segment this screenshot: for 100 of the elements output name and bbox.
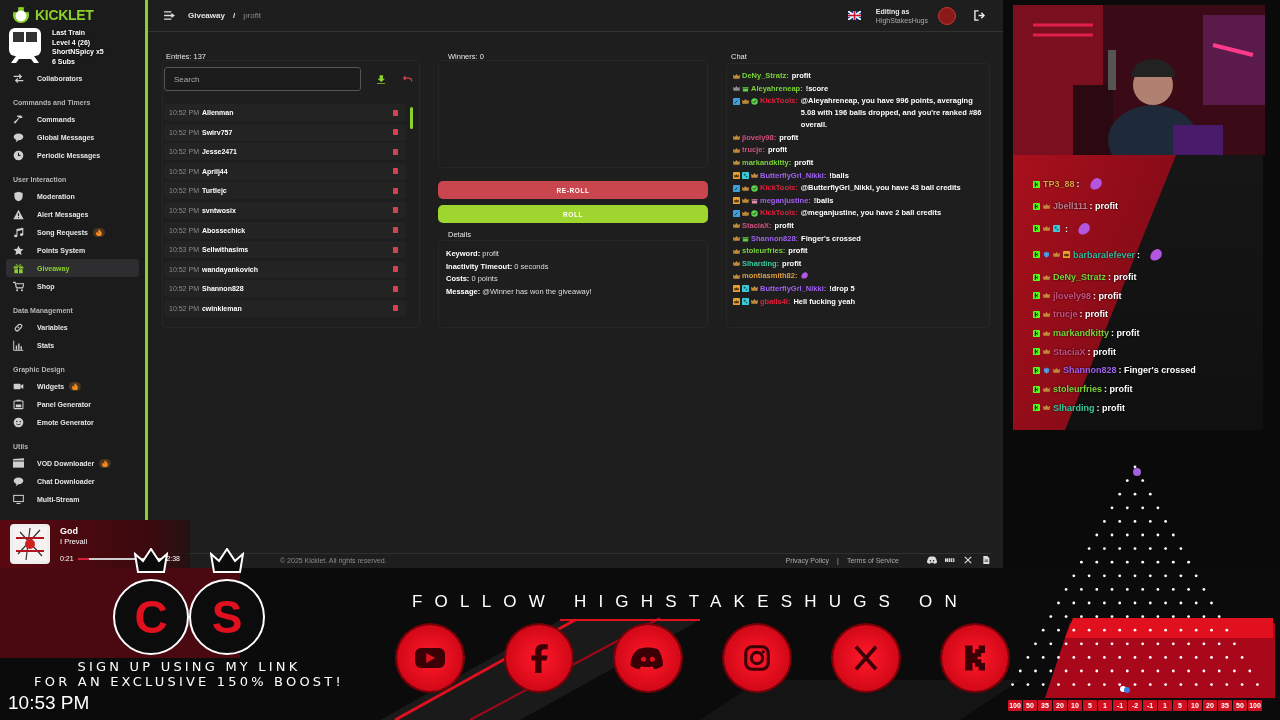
delete-icon[interactable] xyxy=(393,246,399,253)
fire-icon xyxy=(92,227,105,237)
warning-icon xyxy=(13,208,24,220)
cart-icon xyxy=(13,280,24,292)
cube-icon xyxy=(1043,251,1050,259)
cube-icon xyxy=(1043,366,1050,374)
speech-bubble-icon xyxy=(13,475,24,487)
logo-badge-icon xyxy=(1033,180,1040,188)
undo-icon[interactable] xyxy=(403,75,413,83)
logo-icon xyxy=(12,6,30,24)
crown-icon xyxy=(1043,202,1050,210)
username: StaciaX xyxy=(1053,346,1086,357)
logo-badge-icon xyxy=(1033,273,1040,281)
crown-icon xyxy=(134,548,168,574)
username: TP3_88 xyxy=(1043,179,1075,189)
logo-badge-icon xyxy=(1033,292,1040,300)
crown-box-icon xyxy=(733,298,740,305)
crown-icon xyxy=(1043,225,1050,233)
subscriber-badge-icon xyxy=(742,285,749,293)
message-text: : profit xyxy=(1104,384,1133,395)
crown-box-icon xyxy=(733,285,740,293)
document-icon[interactable] xyxy=(981,556,991,564)
logo-badge-icon xyxy=(1033,366,1040,374)
x-logo-icon[interactable] xyxy=(963,556,973,564)
logo-badge-icon xyxy=(1033,310,1040,318)
crown-box-icon xyxy=(733,172,740,180)
arrows-icon xyxy=(13,72,24,84)
logo-badge-icon xyxy=(1033,348,1040,356)
crown-icon xyxy=(1043,329,1050,337)
flag-icon[interactable] xyxy=(847,11,861,20)
username: trucje xyxy=(1053,309,1078,320)
star-icon xyxy=(13,244,24,256)
crown-icon xyxy=(1043,292,1050,300)
bar-chart-icon xyxy=(13,339,24,351)
delete-icon[interactable] xyxy=(393,129,399,136)
delete-icon[interactable] xyxy=(393,187,399,194)
music-note-icon xyxy=(13,226,24,238)
promo-text: FOR AN EXCLUSIVE 150% BOOST! xyxy=(34,674,344,689)
delete-icon[interactable] xyxy=(393,148,399,155)
fire-icon xyxy=(69,381,82,391)
message-text: : profit xyxy=(1111,328,1140,339)
delete-icon[interactable] xyxy=(393,266,399,273)
verified-icon xyxy=(751,184,758,192)
message-text: : profit xyxy=(1087,346,1117,357)
wrench-icon xyxy=(733,97,740,105)
frame-icon xyxy=(13,398,24,410)
message-text: : profit xyxy=(1079,309,1108,320)
train-icon xyxy=(8,27,42,63)
promo-text: SIGN UP USING MY LINK xyxy=(77,659,301,674)
message-text: : xyxy=(1065,223,1068,234)
logo-badge-icon xyxy=(1033,202,1040,210)
crown-icon xyxy=(210,548,244,574)
fire-icon xyxy=(99,458,112,468)
film-icon xyxy=(13,457,24,469)
gift-icon xyxy=(742,235,749,243)
delete-icon[interactable] xyxy=(393,109,399,116)
follow-text: FOLLOW HIGHSTAKESHUGS ON xyxy=(412,592,969,612)
logo-icon[interactable] xyxy=(945,556,955,564)
download-icon[interactable] xyxy=(376,74,386,84)
delete-icon[interactable] xyxy=(393,227,399,234)
clock-text: 10:53 PM xyxy=(8,692,90,714)
crown-icon xyxy=(1043,310,1050,318)
speech-bubble-icon xyxy=(13,131,24,143)
crown-icon xyxy=(1053,251,1060,259)
crown-box-icon xyxy=(1063,251,1070,259)
logo-badge-icon xyxy=(1033,225,1040,233)
gamepad-icon[interactable] xyxy=(927,556,937,564)
breadcrumb-item[interactable]: profit xyxy=(243,11,261,20)
crown-icon xyxy=(1043,348,1050,356)
song-title: God xyxy=(60,526,79,536)
username: Slharding xyxy=(1053,402,1095,413)
avatar[interactable] xyxy=(938,6,956,25)
wrench-icon xyxy=(733,209,740,217)
delete-icon[interactable] xyxy=(393,305,399,312)
message-text: : Finger's crossed xyxy=(1118,365,1196,376)
logo-text: KICKLET xyxy=(35,7,94,23)
delete-icon[interactable] xyxy=(393,285,399,292)
scrollbar-thumb[interactable] xyxy=(410,107,413,129)
verified-icon xyxy=(751,209,758,217)
message-text: : profit xyxy=(1089,201,1119,212)
breadcrumb-item[interactable]: Giveaway xyxy=(188,11,225,20)
logout-icon[interactable] xyxy=(974,10,985,21)
message-text: : profit xyxy=(1108,272,1137,283)
message-text: : profit xyxy=(1093,290,1122,301)
wrench-icon xyxy=(733,184,740,192)
logo-badge-icon xyxy=(1033,385,1040,393)
crown-icon xyxy=(1043,273,1050,281)
smiley-icon xyxy=(13,416,24,428)
crown-icon xyxy=(1053,366,1060,374)
progress-track[interactable] xyxy=(77,557,163,560)
menu-icon[interactable] xyxy=(164,11,175,20)
username: barbaralefever xyxy=(1073,249,1136,260)
crown-box-icon xyxy=(733,197,740,205)
delete-icon[interactable] xyxy=(393,207,399,214)
crown-icon xyxy=(1043,385,1050,393)
message-text: : xyxy=(1137,249,1141,260)
delete-icon[interactable] xyxy=(393,168,399,175)
username: jlovely98 xyxy=(1053,290,1092,301)
search-field[interactable]: Search xyxy=(164,67,361,91)
verified-icon xyxy=(751,97,758,105)
